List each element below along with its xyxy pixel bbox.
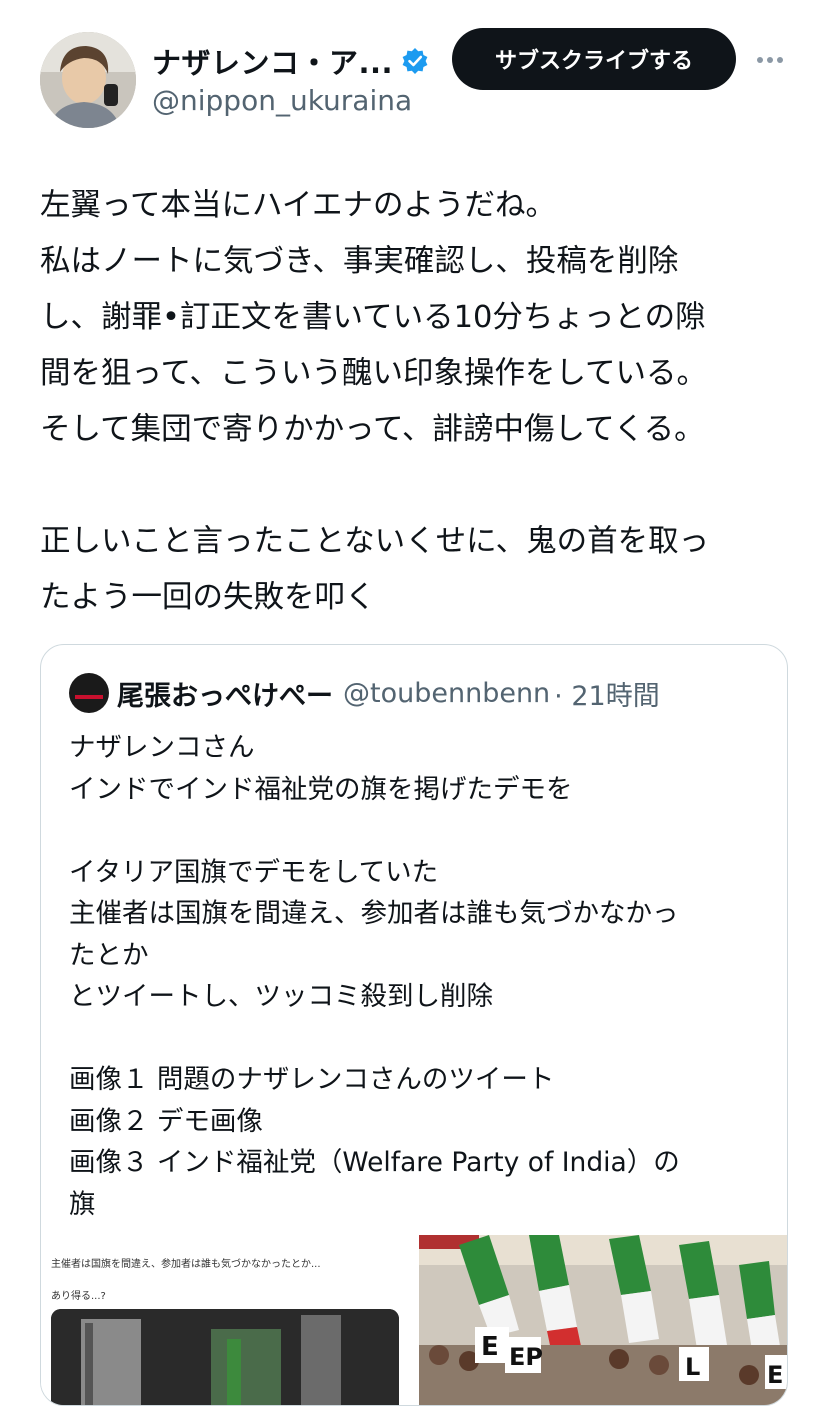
tweet-line: そして集団で寄りかかって、誹謗中傷してくる。 [40,412,705,447]
tweet-line: たよう一回の失敗を叩く [40,580,376,615]
quoted-author-name: 尾張おっぺけぺー [117,680,333,712]
quote-line: イタリア国旗でデモをしていた [69,856,439,888]
media-image-2[interactable]: E EP L E [419,1235,787,1405]
screenshot-photo [51,1309,399,1405]
more-options-icon[interactable] [752,42,788,78]
quote-line: 主催者は国旗を間違え、参加者は誰も気づかなかっ [69,898,679,929]
quoted-tweet[interactable]: 尾張おっぺけぺー @toubennbenn · 21時間 ナザレンコさん インド… [40,644,788,1406]
quote-line: 画像３ インド福祉党（Welfare Party of India）の [69,1147,680,1178]
svg-text:EP: EP [509,1343,543,1371]
quoted-tweet-time: · 21時間 [554,680,660,712]
tweet-line: 私はノートに気づき、事実確認し、投稿を削除 [40,244,679,279]
quoted-author-avatar [69,673,109,713]
svg-text:E: E [767,1361,783,1389]
author-avatar[interactable] [40,32,136,128]
subscribe-button[interactable]: サブスクライブする [452,28,736,90]
quote-line: とツイートし、ツッコミ殺到し削除 [69,981,493,1012]
tweet-line: し、謝罪•訂正文を書いている10分ちょっとの隙 [40,300,706,335]
tweet-text: 左翼って本当にハイエナのようだね。 私はノートに気づき、事実確認し、投稿を削除 … [40,178,800,626]
screenshot-caption: あり得る...? [51,1291,106,1302]
quote-line: インドでインド福祉党の旗を掲げたデモを [69,773,573,805]
svg-text:E: E [481,1332,499,1362]
quoted-tweet-header: 尾張おっぺけぺー @toubennbenn · 21時間 [69,673,660,713]
tweet-header: ナザレンコ・ア... @nippon_ukuraina サブスクライブする [0,0,828,140]
tweet-line: 左翼って本当にハイエナのようだね。 [40,188,557,223]
quoted-media[interactable]: 主催者は国旗を間違え、参加者は誰も気づかなかったとか... あり得る...? E… [41,1235,787,1405]
svg-text:L: L [685,1353,700,1381]
quoted-tweet-text: ナザレンコさん インドでインド福祉党の旗を掲げたデモを イタリア国旗でデモをして… [69,727,769,1225]
media-image-1[interactable]: 主催者は国旗を間違え、参加者は誰も気づかなかったとか... あり得る...? [41,1235,417,1405]
quote-line: ナザレンコさん [69,732,255,763]
quote-line: 旗 [69,1188,96,1220]
author-display-name[interactable]: ナザレンコ・ア... [152,40,393,82]
author-handle[interactable]: @nippon_ukuraina [152,84,412,117]
quote-line: たとか [69,939,149,971]
tweet-line: 間を狙って、こういう醜い印象操作をしている。 [40,356,708,391]
tweet-line: 正しいこと言ったことないくせに、鬼の首を取っ [40,524,710,559]
verified-badge-icon [402,48,428,74]
quote-line: 画像１ 問題のナザレンコさんのツイート [69,1064,555,1095]
quote-line: 画像２ デモ画像 [69,1105,263,1137]
screenshot-caption: 主催者は国旗を間違え、参加者は誰も気づかなかったとか... [51,1259,321,1270]
quoted-author-handle: @toubennbenn [343,677,551,709]
